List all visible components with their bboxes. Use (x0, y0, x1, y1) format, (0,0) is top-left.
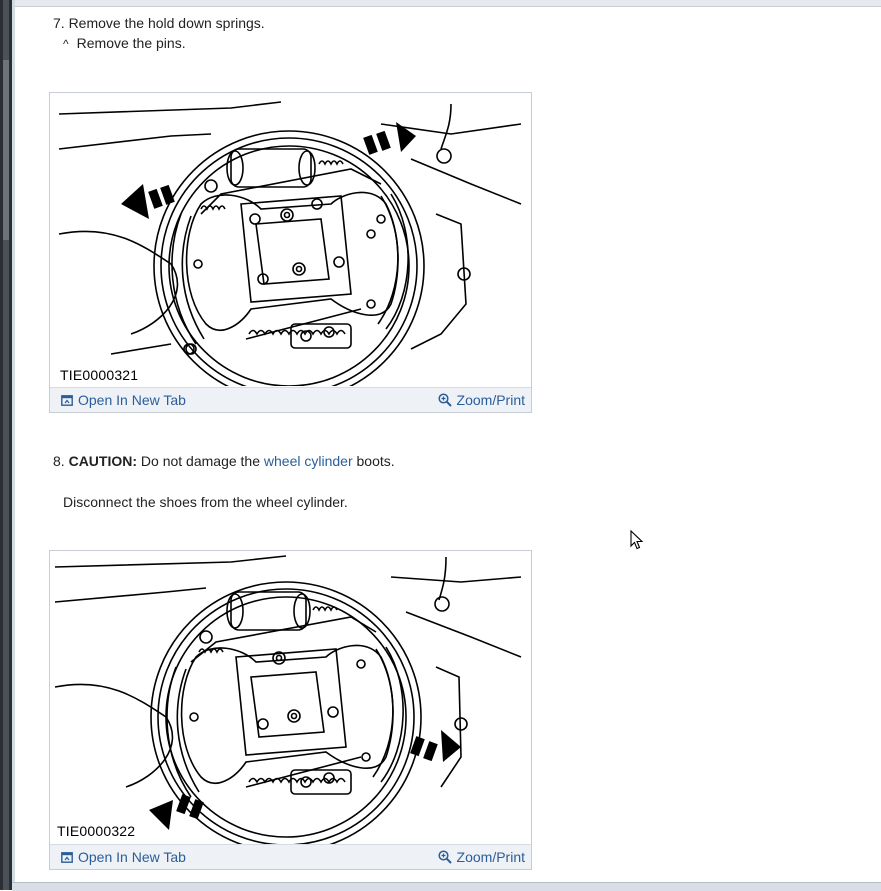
step-8-caution: 8. CAUTION: Do not damage the wheel cyli… (53, 453, 395, 469)
figure-2-toolbar: Open In New Tab Zoom/Print (50, 844, 531, 869)
zoom-print-link[interactable]: Zoom/Print (437, 392, 525, 408)
magnifier-plus-icon (437, 393, 452, 407)
substep-marker: ^ (63, 37, 69, 51)
figure-2: TIE0000322 Open In New Tab Zoom/Print (49, 550, 532, 870)
open-in-new-tab-link[interactable]: Open In New Tab (61, 849, 186, 865)
caution-text-after: boots. (356, 453, 395, 469)
open-in-new-tab-label: Open In New Tab (78, 849, 186, 865)
figure-id-label: TIE0000321 (60, 367, 139, 383)
figure-1: TIE0000321 Open In New Tab Zoom/Print (49, 92, 532, 413)
brake-drawing-2 (54, 555, 522, 844)
caution-label: CAUTION: (68, 453, 138, 469)
procedure-content: 7. Remove the hold down springs. ^ Remove… (0, 0, 881, 882)
figure-id-label: TIE0000322 (57, 823, 136, 839)
zoom-print-link[interactable]: Zoom/Print (437, 849, 525, 865)
open-in-new-tab-link[interactable]: Open In New Tab (61, 392, 186, 408)
step-7-substep: ^ Remove the pins. (63, 35, 186, 51)
brake-drawing-1 (58, 101, 522, 386)
open-new-tab-icon (61, 851, 73, 863)
magnifier-plus-icon (437, 850, 452, 864)
step-8-number: 8. (53, 453, 65, 469)
step-7-text: 7. Remove the hold down springs. (53, 15, 265, 31)
step-7-subtext: Remove the pins. (76, 35, 186, 51)
figure-1-toolbar: Open In New Tab Zoom/Print (50, 387, 531, 412)
zoom-print-label: Zoom/Print (456, 849, 525, 865)
open-in-new-tab-label: Open In New Tab (78, 392, 186, 408)
open-new-tab-icon (61, 394, 73, 406)
mouse-pointer-icon (630, 530, 644, 550)
caution-text-before: Do not damage the (140, 453, 260, 469)
step-8-instruction: Disconnect the shoes from the wheel cyli… (63, 494, 348, 510)
wheel-cylinder-link[interactable]: wheel cylinder (264, 453, 353, 469)
zoom-print-label: Zoom/Print (456, 392, 525, 408)
